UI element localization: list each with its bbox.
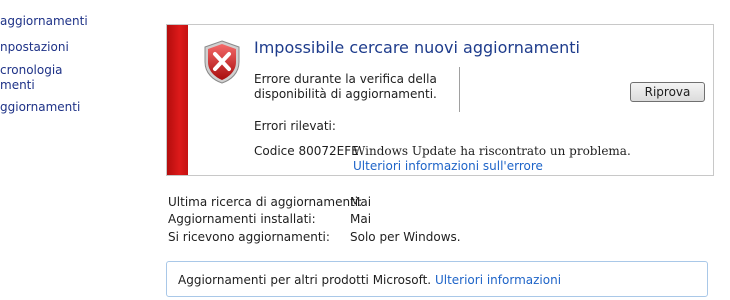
error-title: Impossibile cercare nuovi aggiornamenti xyxy=(254,38,580,57)
sidebar-item-check-updates[interactable]: aggiornamenti xyxy=(0,14,88,29)
installed-value: Mai xyxy=(350,212,372,226)
other-products-panel: Aggiornamenti per altri prodotti Microso… xyxy=(166,261,708,297)
error-code: Codice 80072EFE xyxy=(254,144,359,158)
error-accent-bar xyxy=(167,25,188,175)
last-check-label: Ultima ricerca di aggiornamenti: xyxy=(168,195,363,209)
last-check-value: Mai xyxy=(350,195,372,209)
other-products-label: Aggiornamenti per altri prodotti Microso… xyxy=(178,273,432,287)
receive-updates-value: Solo per Windows. xyxy=(350,230,461,244)
receive-updates-label: Si ricevono aggiornamenti: xyxy=(168,230,330,244)
divider xyxy=(459,67,460,112)
more-error-info-link[interactable]: Ulteriori informazioni sull'errore xyxy=(353,159,543,173)
retry-button[interactable]: Riprova xyxy=(630,82,705,102)
more-info-link[interactable]: Ulteriori informazioni xyxy=(435,273,561,287)
installed-label: Aggiornamenti installati: xyxy=(168,212,316,226)
other-products-text: Aggiornamenti per altri prodotti Microso… xyxy=(178,273,561,287)
shield-error-icon xyxy=(204,40,240,84)
error-message: Windows Update ha riscontrato un problem… xyxy=(353,144,631,158)
sidebar-item-settings[interactable]: npostazioni xyxy=(0,40,69,55)
error-panel: Impossibile cercare nuovi aggiornamenti … xyxy=(166,24,714,176)
sidebar-item-history[interactable]: cronologia menti xyxy=(0,63,63,93)
error-description: Errore durante la verifica della disponi… xyxy=(254,72,437,101)
sidebar-item-restore-updates[interactable]: ggiornamenti xyxy=(0,100,80,115)
errors-found-label: Errori rilevati: xyxy=(254,119,336,133)
